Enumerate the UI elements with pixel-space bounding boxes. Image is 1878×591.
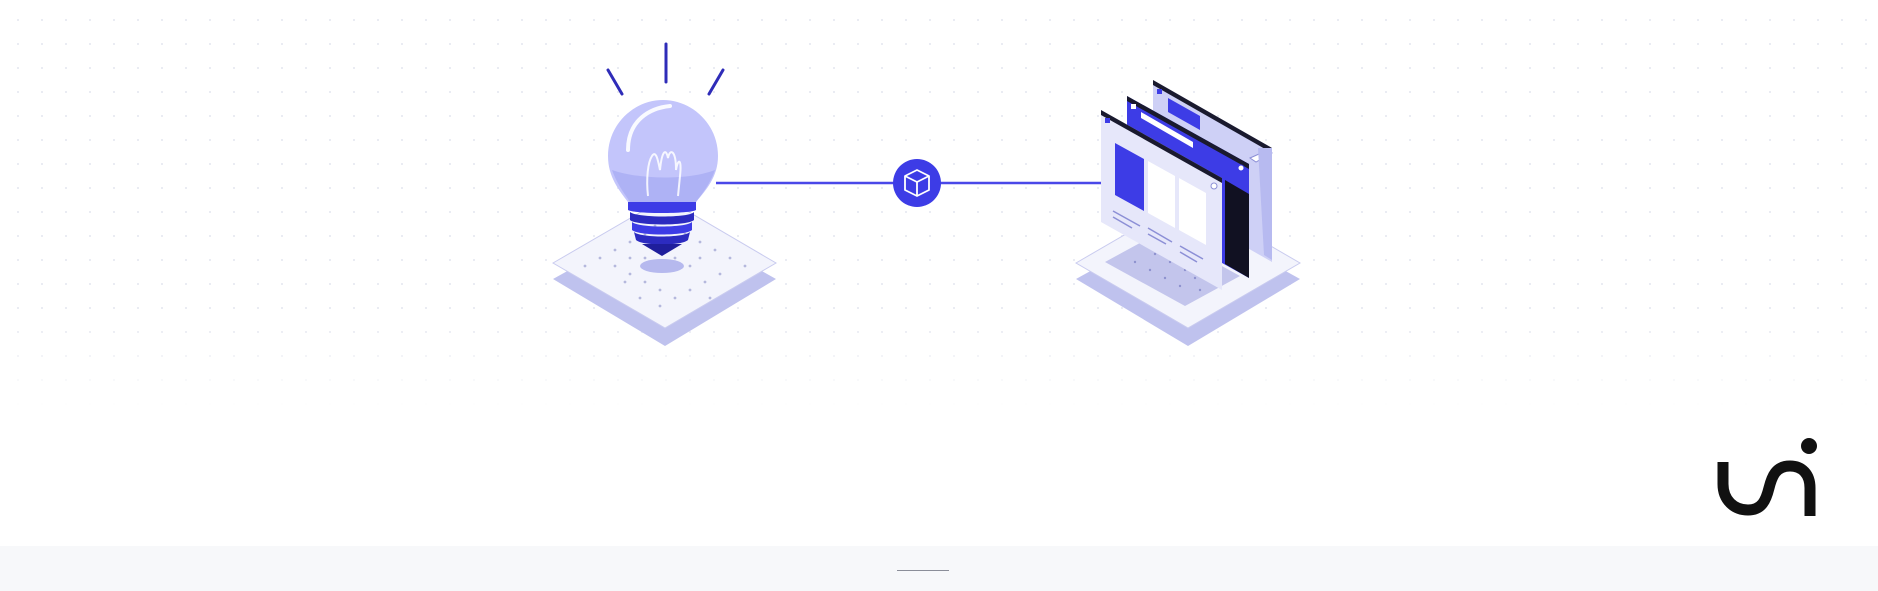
drag-handle[interactable] xyxy=(897,570,949,571)
cube-icon xyxy=(893,159,941,207)
idea-to-product-illustration xyxy=(552,42,1301,346)
hero-stage xyxy=(0,0,1878,546)
footer-bar xyxy=(0,546,1878,591)
brand-logo-icon[interactable] xyxy=(1714,432,1820,520)
